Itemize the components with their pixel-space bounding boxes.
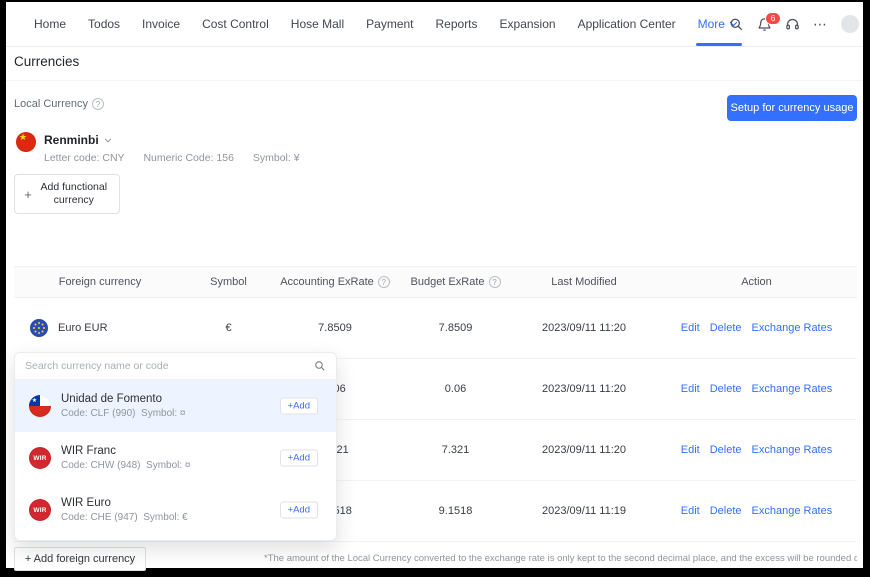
nav-item-application-center[interactable]: Application Center — [578, 17, 676, 31]
nav-icon-cluster: 6 ⋯ — [729, 2, 859, 46]
add-currency-button[interactable]: +Add — [280, 502, 318, 519]
modified-cell: 2023/09/11 11:20 — [512, 383, 656, 395]
currency-search-input[interactable] — [25, 360, 314, 372]
add-currency-button[interactable]: +Add — [280, 450, 318, 467]
wir-logo-icon: WIR — [29, 447, 51, 469]
nav-item-reports[interactable]: Reports — [436, 17, 478, 31]
search-icon — [314, 360, 326, 372]
nav-item-invoice[interactable]: Invoice — [142, 17, 180, 31]
plus-icon: + — [24, 187, 32, 202]
modified-cell: 2023/09/11 11:20 — [512, 444, 656, 456]
edit-link[interactable]: Edit — [681, 322, 700, 334]
avatar[interactable] — [841, 15, 859, 33]
nav-item-hose-mall[interactable]: Hose Mall — [291, 17, 344, 31]
popup-item-unidad-de-fomento[interactable]: ★ Unidad de Fomento Code: CLF (990) Symb… — [15, 380, 336, 432]
edit-link[interactable]: Edit — [681, 383, 700, 395]
budget-cell: 9.1518 — [399, 505, 512, 517]
chile-flag-icon: ★ — [29, 395, 51, 417]
exchange-rates-link[interactable]: Exchange Rates — [752, 505, 833, 517]
exchange-rates-link[interactable]: Exchange Rates — [752, 383, 833, 395]
popup-item-info: WIR Euro Code: CHE (947) Symbol: € — [61, 497, 188, 523]
nav-item-payment[interactable]: Payment — [366, 17, 413, 31]
col-action: Action — [656, 276, 857, 288]
exchange-rate-footnote: *The amount of the Local Currency conver… — [264, 553, 857, 564]
wir-logo-icon: WIR — [29, 499, 51, 521]
currencies-page: Home Todos Invoice Cost Control Hose Mal… — [6, 2, 863, 568]
table-row: Euro EUR € 7.8509 7.8509 2023/09/11 11:2… — [14, 298, 857, 359]
popup-item-code: Code: CHW (948) Symbol: ¤ — [61, 460, 191, 471]
notification-badge: 6 — [765, 12, 781, 25]
letter-code: Letter code: CNY — [44, 152, 125, 164]
exchange-rates-link[interactable]: Exchange Rates — [752, 444, 833, 456]
nav-item-expansion[interactable]: Expansion — [500, 17, 556, 31]
add-foreign-currency-button[interactable]: + Add foreign currency — [14, 547, 146, 571]
table-header: Foreign currency Symbol Accounting ExRat… — [14, 266, 857, 298]
popup-item-wir-franc[interactable]: WIR WIR Franc Code: CHW (948) Symbol: ¤ … — [15, 432, 336, 484]
add-currency-button[interactable]: +Add — [280, 398, 318, 415]
modified-cell: 2023/09/11 11:20 — [512, 322, 656, 334]
search-icon[interactable] — [729, 17, 744, 32]
edit-link[interactable]: Edit — [681, 505, 700, 517]
nav-item-todos[interactable]: Todos — [88, 17, 120, 31]
exchange-rates-link[interactable]: Exchange Rates — [752, 322, 833, 334]
local-currency-details: Letter code: CNY Numeric Code: 156 Symbo… — [44, 152, 316, 164]
accounting-cell: 7.8509 — [271, 322, 399, 334]
header-divider — [6, 80, 863, 81]
nav-item-cost-control[interactable]: Cost Control — [202, 17, 269, 31]
budget-cell: 7.321 — [399, 444, 512, 456]
popup-search-bar — [15, 353, 336, 380]
currency-symbol: Symbol: ¥ — [253, 152, 300, 164]
popup-item-info: Unidad de Fomento Code: CLF (990) Symbol… — [61, 393, 186, 419]
local-currency-name[interactable]: Renminbi — [44, 133, 112, 147]
local-currency-label-text: Local Currency — [14, 98, 88, 110]
add-functional-currency-label: Add functional currency — [38, 181, 110, 207]
col-last-modified: Last Modified — [512, 276, 656, 288]
info-icon[interactable]: ? — [92, 98, 104, 110]
currency-search-popup: ★ Unidad de Fomento Code: CLF (990) Symb… — [14, 352, 337, 541]
nav-divider — [6, 46, 863, 47]
modified-cell: 2023/09/11 11:19 — [512, 505, 656, 517]
col-budget-exrate: Budget ExRate? — [399, 276, 512, 288]
action-cell: Edit Delete Exchange Rates — [656, 444, 857, 456]
info-icon[interactable]: ? — [489, 276, 501, 288]
local-currency-label: Local Currency ? — [14, 98, 104, 110]
action-cell: Edit Delete Exchange Rates — [656, 505, 857, 517]
edit-link[interactable]: Edit — [681, 444, 700, 456]
symbol-cell: € — [186, 322, 271, 334]
action-cell: Edit Delete Exchange Rates — [656, 322, 857, 334]
page-title: Currencies — [14, 54, 79, 69]
col-foreign-currency: Foreign currency — [14, 276, 186, 288]
notifications-bell-icon[interactable]: 6 — [757, 17, 772, 32]
delete-link[interactable]: Delete — [710, 505, 742, 517]
headset-support-icon[interactable] — [785, 17, 800, 32]
local-currency-name-text: Renminbi — [44, 133, 99, 147]
chevron-down-icon — [104, 138, 112, 143]
delete-link[interactable]: Delete — [710, 322, 742, 334]
popup-item-name: WIR Franc — [61, 445, 191, 457]
eu-flag-icon — [30, 319, 48, 337]
action-cell: Edit Delete Exchange Rates — [656, 383, 857, 395]
col-accounting-exrate: Accounting ExRate? — [271, 276, 399, 288]
delete-link[interactable]: Delete — [710, 444, 742, 456]
nav-more-label: More — [698, 17, 725, 31]
nav-item-home[interactable]: Home — [34, 17, 66, 31]
setup-currency-usage-button[interactable]: Setup for currency usage — [727, 95, 857, 121]
china-flag-icon: ★ — [16, 132, 36, 152]
popup-item-info: WIR Franc Code: CHW (948) Symbol: ¤ — [61, 445, 191, 471]
popup-item-name: Unidad de Fomento — [61, 393, 186, 405]
delete-link[interactable]: Delete — [710, 383, 742, 395]
budget-cell: 7.8509 — [399, 322, 512, 334]
col-symbol: Symbol — [186, 276, 271, 288]
popup-item-code: Code: CLF (990) Symbol: ¤ — [61, 408, 186, 419]
popup-item-wir-euro[interactable]: WIR WIR Euro Code: CHE (947) Symbol: € +… — [15, 484, 336, 536]
popup-item-code: Code: CHE (947) Symbol: € — [61, 512, 188, 523]
info-icon[interactable]: ? — [378, 276, 390, 288]
more-options-icon[interactable]: ⋯ — [813, 16, 828, 33]
currency-name: Euro EUR — [58, 322, 108, 334]
popup-item-name: WIR Euro — [61, 497, 188, 509]
add-functional-currency-button[interactable]: + Add functional currency — [14, 174, 120, 214]
budget-cell: 0.06 — [399, 383, 512, 395]
currency-cell: Euro EUR — [14, 319, 186, 337]
numeric-code: Numeric Code: 156 — [143, 152, 233, 164]
